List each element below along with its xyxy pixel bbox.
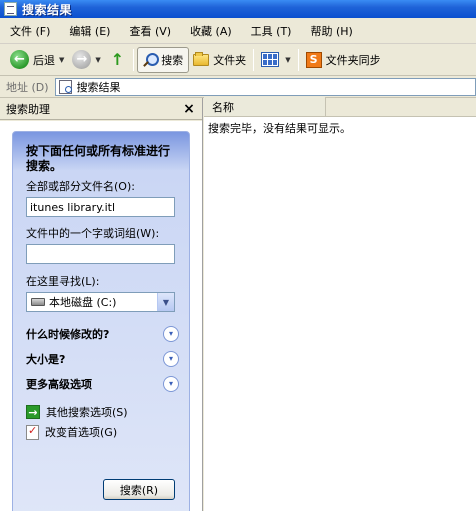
search-submit-button[interactable]: 搜索(R) — [103, 479, 175, 500]
folder-icon — [193, 51, 210, 66]
size-label: 大小是? — [26, 352, 66, 366]
title-bar: 搜索结果 — [0, 0, 476, 18]
toolbar-separator — [253, 48, 255, 71]
search-companion-pane: 搜索助理 × 按下面任何或所有标准进行搜索。 全部或部分文件名(O): itun… — [0, 98, 203, 511]
phrase-input[interactable] — [26, 244, 175, 264]
window-title: 搜索结果 — [22, 2, 73, 17]
double-chevron-down-icon[interactable]: ▾ — [163, 325, 179, 342]
toolbar-separator — [297, 48, 299, 71]
up-folder-icon: ↑ — [110, 50, 125, 69]
search-results-icon — [4, 2, 17, 16]
preferences-icon — [26, 424, 39, 440]
size-expander[interactable]: 大小是? ▾ — [26, 346, 179, 371]
other-search-options-label: 其他搜索选项(S) — [46, 406, 128, 419]
views-icon — [261, 52, 280, 67]
search-results-icon — [58, 79, 72, 94]
lookin-value: 本地磁盘 (C:) — [49, 296, 117, 309]
folders-button-label: 文件夹 — [213, 53, 247, 67]
folders-button[interactable]: 文件夹 — [189, 47, 250, 73]
empty-results-message: 搜索完毕，没有结果可显示。 — [208, 122, 351, 135]
advanced-options-label: 更多高级选项 — [26, 377, 92, 391]
back-dropdown-icon[interactable]: ▼ — [59, 56, 64, 64]
double-chevron-down-icon[interactable]: ▾ — [163, 375, 179, 392]
back-arrow-icon: ← — [10, 50, 29, 69]
column-name-header[interactable]: 名称 — [204, 97, 326, 116]
sync-icon: S — [305, 51, 322, 68]
search-button-label: 搜索 — [161, 53, 184, 67]
change-preferences-label: 改变首选项(G) — [45, 426, 118, 439]
phrase-label: 文件中的一个字或词组(W): — [26, 227, 160, 240]
menu-view[interactable]: 查看 (V) — [123, 23, 177, 39]
advanced-options-expander[interactable]: 更多高级选项 ▾ — [26, 371, 179, 396]
folder-sync-button[interactable]: S 文件夹同步 — [302, 47, 385, 73]
other-search-options-link[interactable]: → 其他搜索选项(S) — [26, 402, 179, 422]
menu-favorites[interactable]: 收藏 (A) — [184, 23, 238, 39]
lookin-select[interactable]: 本地磁盘 (C:) ▼ — [26, 292, 175, 312]
results-pane: 名称 搜索完毕，没有结果可显示。 — [204, 97, 476, 511]
search-button[interactable]: 搜索 — [137, 46, 190, 73]
filename-label: 全部或部分文件名(O): — [26, 180, 135, 193]
search-icon — [143, 52, 160, 67]
back-button-label: 后退 — [33, 53, 55, 67]
up-button[interactable]: ↑ — [105, 47, 130, 73]
results-column-header: 名称 — [204, 97, 476, 117]
address-label: 地址 (D) — [6, 80, 49, 94]
close-icon[interactable]: × — [182, 102, 196, 116]
search-prompt: 按下面任何或所有标准进行搜索。 — [26, 144, 171, 173]
folder-sync-label: 文件夹同步 — [325, 53, 381, 67]
when-modified-label: 什么时候修改的? — [26, 327, 110, 341]
views-dropdown-icon[interactable]: ▼ — [285, 56, 290, 64]
forward-arrow-icon: → — [72, 50, 92, 69]
search-panel: 按下面任何或所有标准进行搜索。 全部或部分文件名(O): itunes libr… — [12, 131, 190, 511]
address-value: 搜索结果 — [76, 80, 121, 94]
change-preferences-link[interactable]: 改变首选项(G) — [26, 422, 179, 442]
lookin-label: 在这里寻找(L): — [26, 275, 100, 288]
toolbar: ← 后退 ▼ → ▼ ↑ 搜索 文件夹 ▼ S 文件夹同步 — [0, 44, 476, 76]
toolbar-separator — [133, 48, 135, 71]
menu-tools[interactable]: 工具 (T) — [245, 23, 298, 39]
back-button[interactable]: ← 后退 ▼ — [6, 47, 68, 73]
address-input[interactable]: 搜索结果 — [54, 77, 476, 96]
chevron-down-icon[interactable]: ▼ — [157, 293, 174, 311]
green-arrow-icon: → — [26, 405, 40, 419]
assistant-area: 按下面任何或所有标准进行搜索。 全部或部分文件名(O): itunes libr… — [0, 121, 202, 511]
menu-file[interactable]: 文件 (F) — [4, 23, 56, 39]
filename-input[interactable]: itunes library.itl — [26, 197, 175, 217]
menu-bar: 文件 (F) 编辑 (E) 查看 (V) 收藏 (A) 工具 (T) 帮助 (H… — [0, 18, 476, 44]
address-bar: 地址 (D) 搜索结果 — [0, 76, 476, 98]
when-modified-expander[interactable]: 什么时候修改的? ▾ — [26, 321, 179, 346]
pane-title: 搜索助理 — [6, 102, 50, 116]
drive-icon — [31, 298, 45, 306]
menu-help[interactable]: 帮助 (H) — [304, 23, 358, 39]
menu-edit[interactable]: 编辑 (E) — [63, 23, 116, 39]
column-header-filler — [326, 97, 476, 116]
double-chevron-down-icon[interactable]: ▾ — [163, 350, 179, 367]
views-button[interactable]: ▼ — [257, 47, 294, 73]
pane-header: 搜索助理 × — [0, 98, 202, 120]
forward-button[interactable]: → ▼ — [68, 47, 104, 73]
forward-dropdown-icon[interactable]: ▼ — [95, 56, 100, 64]
